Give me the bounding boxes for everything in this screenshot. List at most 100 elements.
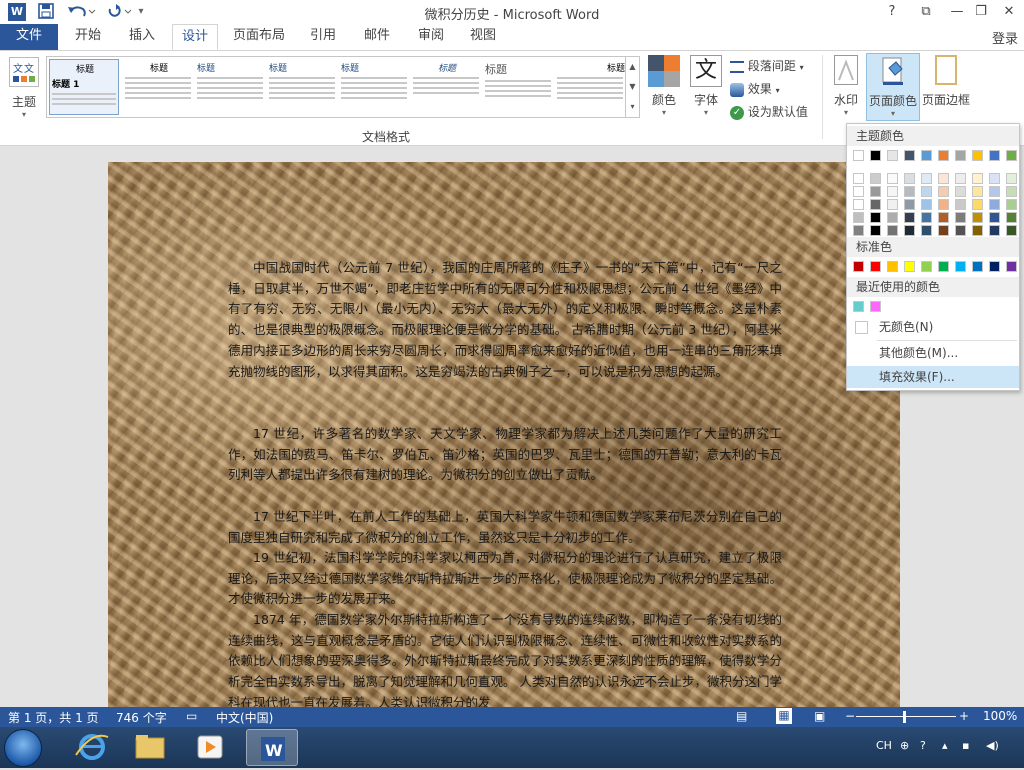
web-layout-icon[interactable]: ▣ [814, 709, 825, 723]
style-set-item[interactable]: 标题 [267, 59, 337, 115]
style-set-item[interactable]: 标题 [339, 59, 409, 115]
theme-color-swatch[interactable] [853, 186, 864, 197]
gallery-scroll-up-icon[interactable]: ▲ [625, 57, 639, 77]
volume-icon[interactable]: ◀) [986, 739, 999, 752]
style-set-item[interactable]: 标题 [555, 59, 625, 115]
theme-color-swatch[interactable] [921, 173, 932, 184]
page-color-button[interactable]: 页面颜色 ▾ [866, 53, 920, 121]
read-mode-icon[interactable]: ▤ [736, 709, 747, 723]
more-colors-item[interactable]: 其他颜色(M)... [847, 342, 1019, 364]
close-button[interactable]: ✕ [998, 2, 1020, 22]
standard-color-swatch[interactable] [853, 261, 864, 272]
style-set-item[interactable]: 标题 [195, 59, 265, 115]
zoom-slider-thumb[interactable] [903, 711, 906, 723]
media-player-icon[interactable] [184, 729, 236, 766]
theme-color-swatch[interactable] [1006, 173, 1017, 184]
input-language-indicator[interactable]: CH [876, 739, 892, 752]
standard-color-swatch[interactable] [989, 261, 1000, 272]
tab-references[interactable]: 引用 [300, 24, 346, 50]
theme-color-swatch[interactable] [989, 173, 1000, 184]
theme-color-swatch[interactable] [972, 173, 983, 184]
theme-color-swatch[interactable] [904, 225, 915, 236]
standard-color-swatch[interactable] [938, 261, 949, 272]
theme-color-swatch[interactable] [972, 199, 983, 210]
start-button-icon[interactable] [4, 729, 42, 767]
gallery-more-icon[interactable]: ▾ [625, 97, 639, 117]
watermark-button[interactable]: 水印 ▾ [828, 55, 864, 117]
theme-color-swatch[interactable] [921, 199, 932, 210]
tab-mailings[interactable]: 邮件 [354, 24, 400, 50]
style-set-item[interactable]: 标题 [411, 59, 481, 115]
internet-explorer-icon[interactable] [66, 729, 118, 766]
network-icon[interactable]: ▪ [962, 739, 969, 752]
theme-color-swatch[interactable] [921, 186, 932, 197]
theme-color-swatch[interactable] [887, 225, 898, 236]
tab-file[interactable]: 文件 [0, 24, 58, 50]
fonts-button[interactable]: 文 字体 ▾ [688, 55, 724, 117]
standard-color-swatch[interactable] [972, 261, 983, 272]
theme-color-swatch[interactable] [989, 225, 1000, 236]
theme-color-swatch[interactable] [870, 212, 881, 223]
restore-button[interactable]: ❐ [970, 2, 992, 22]
set-as-default-button[interactable]: ✓ 设为默认值 [730, 103, 808, 120]
theme-color-swatch[interactable] [972, 186, 983, 197]
theme-color-swatch[interactable] [853, 225, 864, 236]
theme-color-swatch[interactable] [938, 173, 949, 184]
theme-color-swatch[interactable] [955, 150, 966, 161]
proofing-icon[interactable]: ▭ [186, 709, 197, 723]
help-tray-icon[interactable]: ? [920, 739, 926, 752]
standard-color-swatch[interactable] [1006, 261, 1017, 272]
file-explorer-icon[interactable] [124, 729, 176, 766]
theme-color-swatch[interactable] [989, 212, 1000, 223]
theme-color-swatch[interactable] [853, 199, 864, 210]
theme-color-swatch[interactable] [989, 186, 1000, 197]
ribbon-display-button[interactable]: ⧉ [915, 2, 937, 22]
theme-color-swatch[interactable] [1006, 199, 1017, 210]
gallery-scroll-down-icon[interactable]: ▼ [625, 77, 639, 97]
theme-color-swatch[interactable] [887, 150, 898, 161]
page-count-status[interactable]: 第 1 页，共 1 页 [8, 709, 99, 726]
standard-color-swatch[interactable] [955, 261, 966, 272]
paragraph[interactable]: 中国战国时代（公元前 7 世纪），我国的庄周所著的《庄子》一书的“天下篇”中，记… [228, 258, 782, 382]
ime-icon[interactable]: ⊕ [900, 739, 909, 752]
theme-color-swatch[interactable] [938, 199, 949, 210]
theme-color-swatch[interactable] [921, 212, 932, 223]
tab-review[interactable]: 审阅 [408, 24, 454, 50]
word-taskbar-icon[interactable]: W [246, 729, 298, 766]
tray-expand-icon[interactable]: ▴ [942, 739, 948, 752]
theme-color-swatch[interactable] [1006, 212, 1017, 223]
theme-color-swatch[interactable] [887, 212, 898, 223]
paragraph-spacing-button[interactable]: 段落间距 ▾ [730, 57, 804, 74]
themes-button[interactable]: 文文 主题 ▾ [6, 57, 42, 119]
minimize-button[interactable]: — [946, 2, 968, 22]
paragraph[interactable]: 1874 年，德国数学家外尔斯特拉斯构造了一个没有导数的连续函数，即构造了一条没… [228, 610, 782, 707]
theme-color-swatch[interactable] [1006, 150, 1017, 161]
tab-view[interactable]: 视图 [460, 24, 506, 50]
theme-color-swatch[interactable] [870, 186, 881, 197]
theme-color-swatch[interactable] [972, 150, 983, 161]
standard-color-swatch[interactable] [921, 261, 932, 272]
theme-color-swatch[interactable] [870, 225, 881, 236]
login-link[interactable]: 登录 [992, 28, 1018, 47]
standard-color-swatch[interactable] [870, 261, 881, 272]
standard-color-swatch[interactable] [904, 261, 915, 272]
style-set-item[interactable]: 标题 标题 1 [49, 59, 119, 115]
print-layout-icon[interactable]: ▦ [776, 708, 792, 724]
theme-color-swatch[interactable] [1006, 186, 1017, 197]
word-count-status[interactable]: 746 个字 [116, 709, 167, 726]
theme-color-swatch[interactable] [938, 150, 949, 161]
recent-color-swatch[interactable] [870, 301, 881, 312]
zoom-slider-track[interactable] [856, 716, 956, 717]
help-button[interactable]: ? [881, 2, 903, 22]
theme-color-swatch[interactable] [921, 150, 932, 161]
language-status[interactable]: 中文(中国) [216, 709, 273, 726]
page-borders-button[interactable]: 页面边框 [920, 55, 972, 108]
tab-page-layout[interactable]: 页面布局 [226, 24, 292, 50]
theme-color-swatch[interactable] [887, 199, 898, 210]
no-color-item[interactable]: 无颜色(N) [847, 316, 1019, 338]
tab-home[interactable]: 开始 [64, 24, 112, 50]
theme-color-swatch[interactable] [955, 173, 966, 184]
theme-color-swatch[interactable] [870, 199, 881, 210]
paragraph[interactable]: 17 世纪下半叶，在前人工作的基础上，英国大科学家牛顿和德国数学家莱布尼茨分别在… [228, 507, 782, 548]
theme-color-swatch[interactable] [887, 186, 898, 197]
